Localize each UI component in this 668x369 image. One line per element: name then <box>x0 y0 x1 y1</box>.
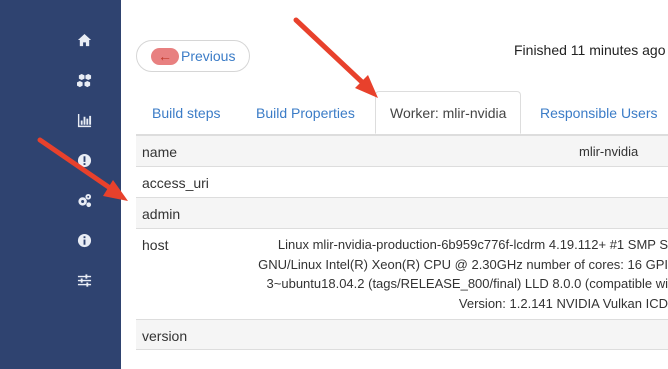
host-value: Linux mlir-nvidia-production-6b959c776f-… <box>258 235 668 313</box>
table-row: name mlir-nvidia <box>136 135 668 166</box>
host-line: Linux mlir-nvidia-production-6b959c776f-… <box>277 237 668 252</box>
tab-build-steps[interactable]: Build steps <box>152 92 220 134</box>
host-line: 3~ubuntu18.04.2 (tags/RELEASE_800/final)… <box>266 276 668 291</box>
exclamation-icon[interactable] <box>75 151 93 169</box>
arrow-to-worker-tab <box>293 17 378 98</box>
row-key: name <box>142 144 178 160</box>
host-line: Version: 1.2.141 NVIDIA Vulkan ICD <box>458 295 668 311</box>
previous-label: Previous <box>181 48 236 64</box>
arrow-left-icon: ← <box>151 47 179 65</box>
bar-chart-icon[interactable] <box>75 111 93 129</box>
row-value: mlir-nvidia <box>579 144 639 159</box>
table-row: access_uri <box>136 166 668 197</box>
finished-status: Finished 11 minutes ago <box>514 42 666 58</box>
table-row: host Linux mlir-nvidia-production-6b959c… <box>136 228 668 319</box>
home-icon[interactable] <box>75 31 93 49</box>
row-key: admin <box>142 206 181 222</box>
table-row: version <box>136 319 668 350</box>
cubes-icon[interactable] <box>75 71 93 89</box>
table-row: admin <box>136 197 668 228</box>
tab-worker[interactable]: Worker: mlir-nvidia <box>375 91 522 134</box>
previous-button[interactable]: ← Previous <box>136 40 250 72</box>
row-key: host <box>142 237 169 253</box>
tab-responsible-users[interactable]: Responsible Users <box>540 92 658 134</box>
info-icon[interactable] <box>75 231 93 249</box>
sidebar <box>0 0 121 369</box>
tab-build-properties[interactable]: Build Properties <box>256 92 355 134</box>
host-line: GNU/Linux Intel(R) Xeon(R) CPU @ 2.30GHz… <box>258 256 668 272</box>
sliders-icon[interactable] <box>75 271 93 289</box>
row-key: access_uri <box>142 175 209 191</box>
row-key: version <box>142 328 188 344</box>
cogs-icon[interactable] <box>75 191 93 209</box>
